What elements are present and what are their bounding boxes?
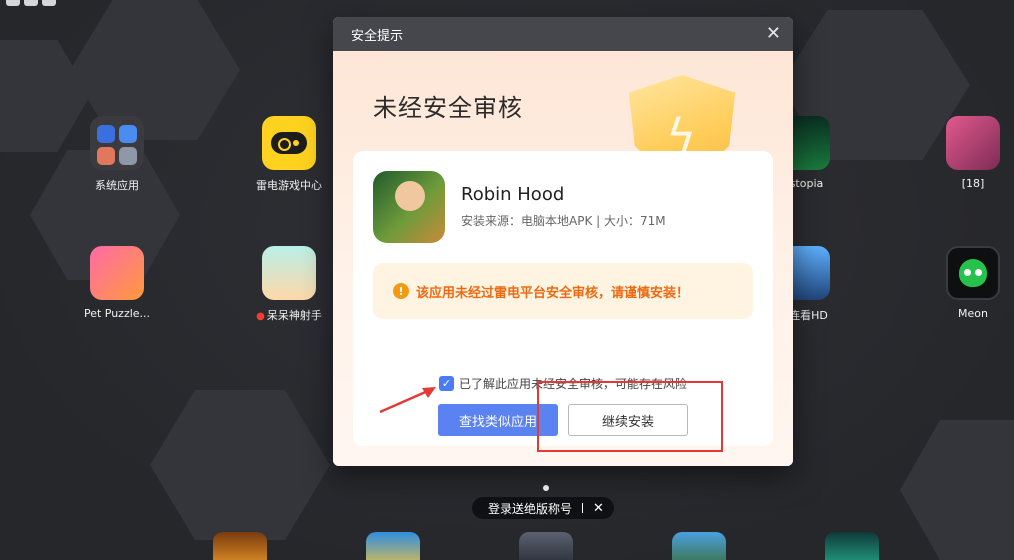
warning-icon: ! (393, 283, 409, 299)
app-label: 系统应用 (95, 179, 139, 192)
annotation-highlight-box (537, 381, 723, 452)
system-apps-icon (90, 116, 144, 170)
dock-app-icon[interactable] (213, 532, 267, 560)
new-dot-icon: ● (256, 311, 265, 322)
app-label-text: 呆呆神射手 (266, 309, 322, 322)
dock-app-icon[interactable] (672, 532, 726, 560)
promo-banner[interactable]: 登录送绝版称号 ✕ (472, 497, 614, 519)
meon-icon (946, 246, 1000, 300)
app-18[interactable]: [18] (918, 116, 1014, 190)
promo-text: 登录送绝版称号 (488, 501, 573, 516)
app-label: ● 呆呆神射手 (234, 307, 344, 323)
character-icon (946, 116, 1000, 170)
app-label: Pet Puzzle... (83, 307, 151, 320)
promo-close-icon[interactable]: ✕ (593, 501, 604, 516)
page-indicator[interactable] (543, 485, 549, 491)
app-system-apps[interactable]: 系统应用 (62, 116, 172, 193)
app-label: [18] (961, 177, 985, 190)
app-meon[interactable]: Meon (918, 246, 1014, 320)
top-tray (6, 0, 56, 6)
dock-app-icon[interactable] (366, 532, 420, 560)
hex-decoration (900, 420, 1014, 560)
promo-separator (582, 503, 584, 513)
app-game-center[interactable]: 雷电游戏中心 (234, 116, 344, 193)
close-icon[interactable]: ✕ (766, 25, 781, 43)
hex-decoration (150, 390, 330, 540)
app-label: 雷电游戏中心 (256, 179, 322, 192)
app-pet-puzzle[interactable]: Pet Puzzle... (62, 246, 172, 320)
app-label: Meon (958, 307, 988, 320)
dialog-title: 安全提示 (351, 28, 404, 44)
dialog-header: 安全提示 ✕ (333, 17, 793, 51)
annotation-arrow-icon (379, 387, 436, 414)
robin-hood-app-icon (373, 171, 445, 243)
dock-app-icon[interactable] (519, 532, 573, 560)
cat-icon (262, 246, 316, 300)
pet-puzzle-icon (90, 246, 144, 300)
app-name: Robin Hood (461, 184, 565, 205)
warning-text: 该应用未经过雷电平台安全审核，请谨慎安装！ (416, 285, 690, 301)
app-shooter[interactable]: ● 呆呆神射手 (234, 246, 344, 323)
checkbox-checked-icon[interactable]: ✓ (439, 376, 454, 391)
dock-app-icon[interactable] (825, 532, 879, 560)
gamepad-icon (262, 116, 316, 170)
app-meta: 安装来源：电脑本地APK | 大小：71M (461, 214, 666, 228)
warning-banner: ! 该应用未经过雷电平台安全审核，请谨慎安装！ (373, 263, 753, 319)
dialog-heading: 未经安全审核 (373, 94, 523, 122)
